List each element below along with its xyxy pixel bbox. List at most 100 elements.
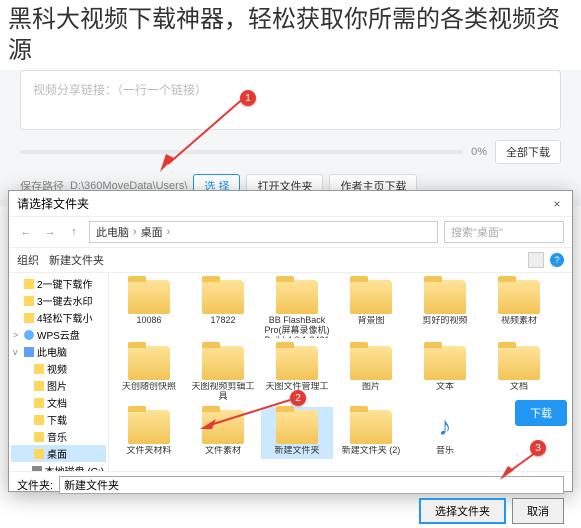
sidebar-item[interactable]: 3一键去水印 xyxy=(11,292,106,309)
folder-icon xyxy=(424,280,466,314)
nav-up-icon[interactable]: ↑ xyxy=(65,223,83,241)
view-mode-icon[interactable] xyxy=(528,252,544,268)
nav-forward-icon[interactable]: → xyxy=(41,223,59,241)
folder-icon xyxy=(128,280,170,314)
folder-icon xyxy=(24,313,34,323)
link-input[interactable]: 视频分享链接：（一行一个链接） xyxy=(20,70,561,130)
folder-icon xyxy=(34,381,44,391)
disk-icon xyxy=(32,466,42,472)
folder-item[interactable]: ♪ 音乐 xyxy=(409,407,481,459)
download-button[interactable]: 下载 xyxy=(515,400,567,426)
folder-item-label: 视频素材 xyxy=(501,316,537,326)
sidebar-item-label: 音乐 xyxy=(47,429,67,444)
sidebar-item[interactable]: 2一键下载作 xyxy=(11,275,106,292)
callout-3: 3 xyxy=(530,440,546,456)
folder-icon xyxy=(128,410,170,444)
sidebar-item[interactable]: 图片 xyxy=(11,377,106,394)
folder-item[interactable]: BB FlashBack Pro(屏幕录像机) Build 4.0.1.2421… xyxy=(261,277,333,341)
search-input[interactable]: 搜索"桌面" xyxy=(444,221,564,243)
sidebar-item-label: 文档 xyxy=(47,395,67,410)
folder-item-label: 文件夹材料 xyxy=(126,446,171,456)
download-all-button[interactable]: 全部下载 xyxy=(495,140,561,164)
sidebar-item-label: WPS云盘 xyxy=(37,327,80,342)
folder-item-label: 10086 xyxy=(136,316,161,326)
upper-panel: 视频分享链接：（一行一个链接） 0% 全部下载 保存路径 D:\360MoveD… xyxy=(0,70,581,206)
folder-item[interactable]: 文件素材 xyxy=(187,407,259,459)
folder-icon xyxy=(128,346,170,380)
folder-item[interactable]: 视频素材 xyxy=(483,277,555,341)
folder-item[interactable]: 新建文件夹 xyxy=(261,407,333,459)
sidebar-item[interactable]: 桌面 xyxy=(11,445,106,462)
folder-icon xyxy=(424,346,466,380)
sidebar-item-label: 视频 xyxy=(47,361,67,376)
nav-back-icon[interactable]: ← xyxy=(17,223,35,241)
folder-item[interactable]: 天图视频剪辑工具 xyxy=(187,343,259,405)
callout-2: 2 xyxy=(290,390,306,406)
sidebar-item-label: 图片 xyxy=(47,378,67,393)
folder-item[interactable]: 新建文件夹 (2) xyxy=(335,407,407,459)
cloud-icon xyxy=(24,330,34,340)
cancel-button[interactable]: 取消 xyxy=(512,498,564,524)
new-folder-button[interactable]: 新建文件夹 xyxy=(49,252,104,268)
sidebar-item[interactable]: 视频 xyxy=(11,360,106,377)
folder-icon xyxy=(34,449,44,459)
folder-icon xyxy=(202,410,244,444)
sidebar-item-label: 桌面 xyxy=(47,446,67,461)
progress-percent: 0% xyxy=(471,146,487,158)
folder-item-label: 背景图 xyxy=(357,316,384,326)
folder-icon xyxy=(202,280,244,314)
folder-picker-dialog: 请选择文件夹 × ← → ↑ 此电脑 › 桌面 › 搜索"桌面" 组织 新建文件… xyxy=(8,190,573,492)
breadcrumb[interactable]: 此电脑 › 桌面 › xyxy=(89,221,438,243)
folder-item[interactable]: 剪好的视频 xyxy=(409,277,481,341)
chevron-right-icon: › xyxy=(167,226,171,238)
sidebar-item-label: 3一键去水印 xyxy=(37,293,93,308)
sidebar-item[interactable]: 下载 xyxy=(11,411,106,428)
folder-item-label: 文件素材 xyxy=(205,446,241,456)
folder-item[interactable]: 文本 xyxy=(409,343,481,405)
folder-item[interactable]: 背景图 xyxy=(335,277,407,341)
sidebar-item[interactable]: v此电脑 xyxy=(11,343,106,360)
folder-item-label: BB FlashBack Pro(屏幕录像机) Build 4.0.1.2421… xyxy=(262,316,332,338)
folder-item-label: 文本 xyxy=(436,382,454,392)
folder-item[interactable]: 文档 xyxy=(483,343,555,405)
sidebar-item-label: 此电脑 xyxy=(37,344,67,359)
sidebar-item-label: 4轻松下载小 xyxy=(37,310,93,325)
chevron-right-icon: › xyxy=(133,226,137,238)
sidebar-item-label: 本地磁盘 (C:) xyxy=(45,463,104,471)
sidebar-item-label: 下载 xyxy=(47,412,67,427)
sidebar-item[interactable]: 4轻松下载小 xyxy=(11,309,106,326)
folder-content: 10086 17822BB FlashBack Pro(屏幕录像机) Build … xyxy=(109,273,572,471)
folder-item-label: 天创随创快照 xyxy=(122,382,176,392)
filename-input[interactable] xyxy=(59,476,564,494)
breadcrumb-segment[interactable]: 此电脑 xyxy=(96,224,129,240)
page-title: 黑科大视频下载神器，轻松获取你所需的各类视频资源 xyxy=(0,0,581,70)
sidebar-item[interactable]: >WPS云盘 xyxy=(11,326,106,343)
filename-label: 文件夹: xyxy=(17,477,53,493)
folder-icon xyxy=(276,280,318,314)
folder-item-label: 音乐 xyxy=(436,446,454,456)
sidebar: 2一键下载作 3一键去水印 4轻松下载小>WPS云盘v此电脑视频图片文档下载音乐桌面… xyxy=(9,273,109,471)
folder-icon xyxy=(276,410,318,444)
help-icon[interactable]: ? xyxy=(550,253,564,267)
folder-icon xyxy=(276,346,318,380)
sidebar-item[interactable]: 文档 xyxy=(11,394,106,411)
folder-icon xyxy=(498,346,540,380)
sidebar-item[interactable]: 音乐 xyxy=(11,428,106,445)
sidebar-item[interactable]: 本地磁盘 (C:) xyxy=(11,462,106,471)
music-icon: ♪ xyxy=(424,410,466,444)
folder-icon xyxy=(24,279,34,289)
folder-icon xyxy=(350,410,392,444)
folder-item[interactable]: 文件夹材料 xyxy=(113,407,185,459)
select-folder-button[interactable]: 选择文件夹 xyxy=(419,498,506,524)
breadcrumb-segment[interactable]: 桌面 xyxy=(141,224,163,240)
folder-item[interactable]: 10086 xyxy=(113,277,185,341)
folder-item[interactable]: 图片 xyxy=(335,343,407,405)
organize-menu[interactable]: 组织 xyxy=(17,252,39,268)
close-icon[interactable]: × xyxy=(550,197,564,211)
folder-item[interactable]: 天创随创快照 xyxy=(113,343,185,405)
folder-icon xyxy=(202,346,244,380)
sidebar-item-label: 2一键下载作 xyxy=(37,276,93,291)
folder-icon xyxy=(350,346,392,380)
folder-item[interactable]: 17822 xyxy=(187,277,259,341)
callout-1: 1 xyxy=(240,90,256,106)
